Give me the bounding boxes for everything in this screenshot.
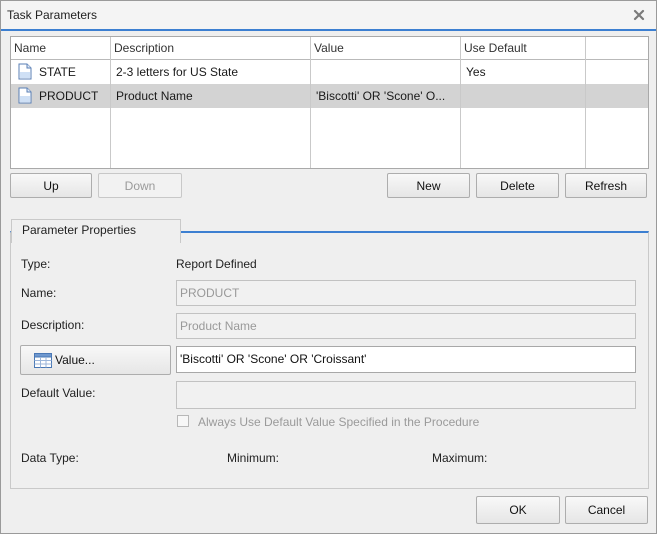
data-type-label: Data Type: bbox=[21, 451, 79, 465]
always-use-default-checkbox[interactable] bbox=[177, 415, 189, 427]
name-label: Name: bbox=[21, 286, 57, 300]
table-header: Name Description Value Use Default bbox=[11, 37, 648, 60]
column-header-name[interactable]: Name bbox=[11, 37, 46, 59]
new-button[interactable]: New bbox=[387, 173, 470, 198]
window-title: Task Parameters bbox=[7, 8, 98, 22]
type-label: Type: bbox=[21, 257, 51, 271]
type-value: Report Defined bbox=[176, 257, 257, 271]
parameter-properties-legend: Parameter Properties bbox=[11, 219, 181, 243]
description-label: Description: bbox=[21, 318, 85, 332]
ok-button[interactable]: OK bbox=[476, 496, 560, 524]
column-divider bbox=[110, 37, 111, 168]
legend-label: Parameter Properties bbox=[22, 223, 137, 237]
document-icon bbox=[18, 63, 32, 80]
up-button[interactable]: Up bbox=[10, 173, 92, 198]
row-description: Product Name bbox=[116, 89, 193, 103]
title-bar: Task Parameters bbox=[1, 1, 656, 31]
row-use-default: Yes bbox=[466, 65, 486, 79]
column-header-value[interactable]: Value bbox=[311, 37, 344, 59]
column-header-use-default[interactable]: Use Default bbox=[461, 37, 527, 59]
document-icon bbox=[18, 87, 32, 104]
column-divider bbox=[310, 37, 311, 168]
column-header-description[interactable]: Description bbox=[111, 37, 174, 59]
table-icon bbox=[34, 353, 52, 368]
down-button[interactable]: Down bbox=[98, 173, 182, 198]
cancel-button[interactable]: Cancel bbox=[565, 496, 648, 524]
row-value: 'Biscotti' OR 'Scone' O... bbox=[316, 89, 446, 103]
refresh-button[interactable]: Refresh bbox=[565, 173, 647, 198]
table-row-state[interactable]: STATE 2-3 letters for US State Yes bbox=[11, 60, 648, 84]
value-button[interactable]: Value... bbox=[20, 345, 171, 375]
minimum-label: Minimum: bbox=[227, 451, 280, 465]
column-divider bbox=[460, 37, 461, 168]
delete-button[interactable]: Delete bbox=[476, 173, 559, 198]
value-button-label: Value... bbox=[55, 353, 95, 367]
row-name: PRODUCT bbox=[39, 89, 99, 103]
parameters-table: Name Description Value Use Default STATE… bbox=[10, 36, 649, 169]
description-field[interactable]: Product Name bbox=[176, 313, 636, 339]
column-divider bbox=[585, 37, 586, 168]
task-parameters-dialog: Task Parameters Name Description Value U… bbox=[0, 0, 657, 534]
dialog-body: Name Description Value Use Default STATE… bbox=[1, 31, 656, 533]
always-use-default-label: Always Use Default Value Specified in th… bbox=[198, 415, 480, 429]
default-value-label: Default Value: bbox=[21, 386, 96, 400]
row-name: STATE bbox=[39, 65, 76, 79]
row-description: 2-3 letters for US State bbox=[116, 65, 239, 79]
close-icon[interactable] bbox=[631, 7, 647, 23]
table-row-product[interactable]: PRODUCT Product Name 'Biscotti' OR 'Scon… bbox=[11, 84, 648, 108]
maximum-label: Maximum: bbox=[432, 451, 488, 465]
default-value-field[interactable] bbox=[176, 381, 636, 409]
value-field[interactable]: 'Biscotti' OR 'Scone' OR 'Croissant' bbox=[176, 346, 636, 373]
name-field[interactable]: PRODUCT bbox=[176, 280, 636, 306]
